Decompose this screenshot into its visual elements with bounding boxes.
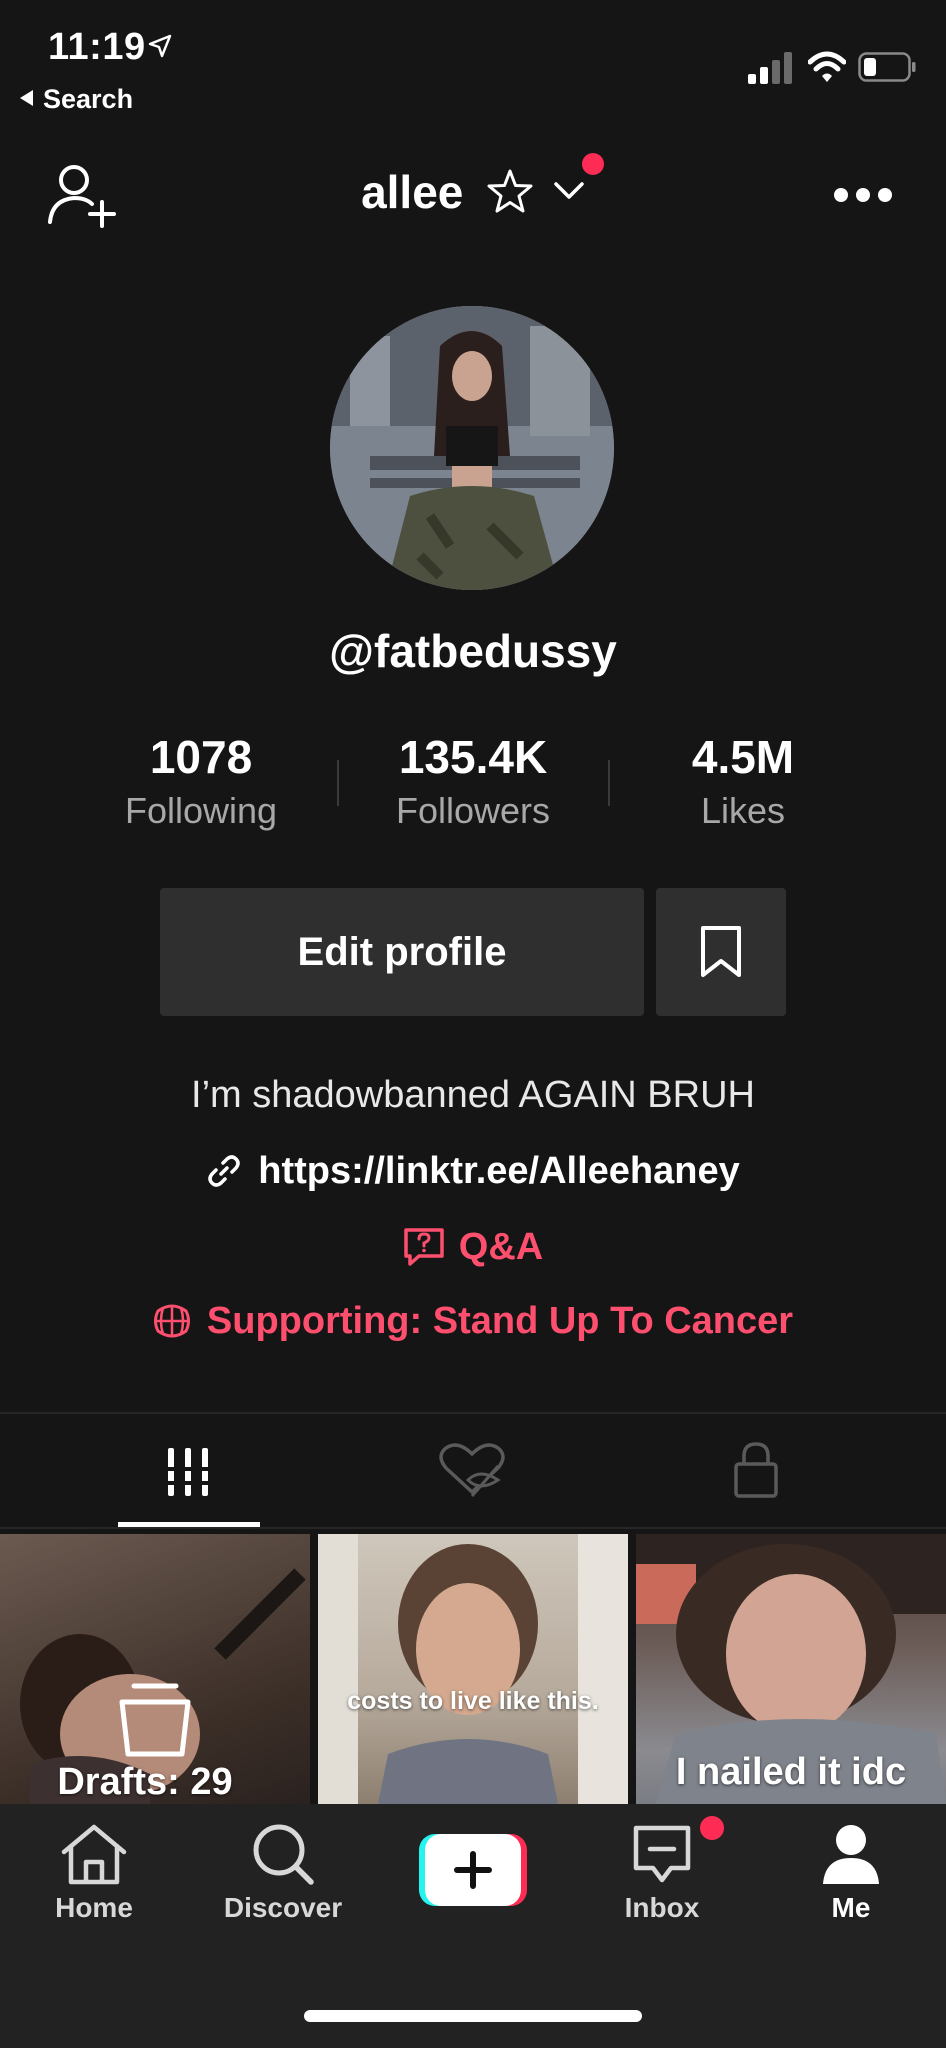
grid-icon[interactable] — [138, 1440, 238, 1500]
heart-hidden-icon[interactable] — [422, 1440, 522, 1500]
qa-link[interactable]: Q&A — [0, 1226, 946, 1269]
avatar[interactable] — [330, 306, 614, 590]
wifi-icon — [808, 51, 846, 82]
nav-label: Me — [831, 1892, 871, 1923]
globe-icon — [153, 1304, 190, 1338]
home-indicator — [304, 2010, 642, 2022]
edit-profile-button[interactable]: Edit profile — [160, 888, 644, 1016]
video-thumbnail[interactable]: I nailed it idc — [636, 1534, 946, 1804]
search-icon — [253, 1824, 314, 1885]
inbox-notification-dot — [700, 1816, 724, 1840]
star-icon[interactable] — [486, 168, 534, 214]
drafts-thumbnail[interactable]: Drafts: 29 — [0, 1534, 310, 1804]
status-time: 11:19 — [48, 26, 146, 68]
thumbnail-image — [318, 1534, 628, 1804]
battery-icon — [858, 52, 916, 82]
back-arrow-icon — [20, 90, 33, 106]
signal-icon — [748, 52, 792, 84]
qa-icon — [404, 1228, 444, 1266]
stat-label: Following — [124, 790, 278, 831]
nav-me[interactable]: Me — [771, 1822, 931, 1924]
nav-label: Discover — [223, 1892, 343, 1923]
nav-label: Inbox — [624, 1892, 700, 1923]
stat-followers[interactable]: 135.4K Followers — [338, 730, 608, 832]
lock-icon[interactable] — [706, 1440, 806, 1500]
notification-dot — [582, 153, 604, 175]
plus-icon[interactable] — [419, 1834, 527, 1906]
account-switcher[interactable]: allee — [0, 165, 946, 219]
home-icon — [61, 1824, 127, 1885]
back-to-search[interactable]: Search — [20, 84, 133, 115]
profile-handle: @fatbedussy — [329, 625, 617, 677]
bio-text: I’m shadowbanned AGAIN BRUH — [191, 1074, 755, 1116]
video-caption: costs to live like this. — [347, 1687, 599, 1715]
link-icon — [208, 1155, 240, 1187]
person-icon — [823, 1825, 879, 1884]
video-thumbnail[interactable]: costs to live like this. — [318, 1534, 628, 1804]
stat-value: 4.5M — [691, 731, 795, 783]
tab-divider — [0, 1527, 946, 1529]
stat-value: 135.4K — [398, 731, 548, 783]
bio-link[interactable]: https://linktr.ee/Alleehaney — [0, 1150, 946, 1193]
stat-label: Likes — [700, 790, 786, 831]
location-arrow-icon — [148, 34, 172, 58]
supporting-text: Supporting: Stand Up To Cancer — [206, 1300, 794, 1342]
back-label: Search — [43, 84, 134, 114]
avatar-image — [330, 306, 614, 590]
stat-following[interactable]: 1078 Following — [66, 730, 336, 832]
video-caption: I nailed it idc — [675, 1751, 907, 1793]
bookmark-icon — [701, 926, 741, 977]
nav-home[interactable]: Home — [14, 1822, 174, 1924]
stat-likes[interactable]: 4.5M Likes — [608, 730, 878, 832]
favorites-button[interactable] — [656, 888, 786, 1016]
drafts-label: Drafts: 29 — [57, 1761, 233, 1803]
link-text: https://linktr.ee/Alleehaney — [258, 1150, 740, 1192]
inbox-icon — [633, 1825, 691, 1883]
chevron-down-icon[interactable] — [553, 180, 585, 202]
username: allee — [361, 166, 464, 218]
nav-discover[interactable]: Discover — [203, 1822, 363, 1924]
nav-label: Home — [55, 1892, 133, 1923]
qa-label: Q&A — [458, 1226, 544, 1268]
supporting-link[interactable]: Supporting: Stand Up To Cancer — [0, 1300, 946, 1343]
section-divider — [0, 1412, 946, 1414]
more-icon[interactable] — [832, 186, 894, 204]
stat-value: 1078 — [149, 731, 253, 783]
trash-icon — [119, 1683, 191, 1757]
stat-label: Followers — [395, 790, 551, 831]
